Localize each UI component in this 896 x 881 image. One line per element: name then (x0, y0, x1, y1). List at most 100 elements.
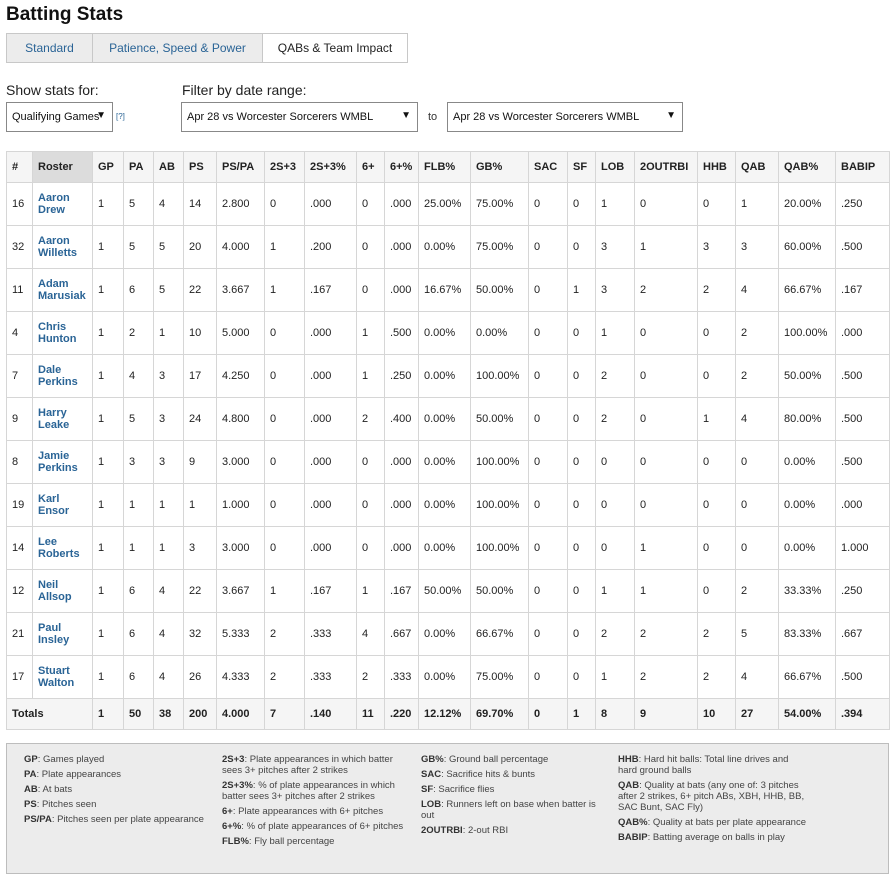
player-last-name-link[interactable]: Leake (38, 419, 92, 431)
player-last-name-link[interactable]: Roberts (38, 548, 92, 560)
player-first-name-link[interactable]: Neil (38, 579, 92, 591)
player-first-name-link[interactable]: Lee (38, 536, 92, 548)
player-last-name-link[interactable]: Walton (38, 677, 92, 689)
legend-key: 6+% (222, 821, 242, 832)
stat-cell: 0 (595, 440, 635, 484)
tab-qabs-team-impact[interactable]: QABs & Team Impact (263, 34, 407, 62)
stat-cell: 1 (92, 225, 124, 269)
legend-item: SAC: Sacrifice hits & bunts (421, 769, 607, 780)
column-header-[interactable]: # (6, 151, 33, 183)
legend-item: 6+: Plate appearances with 6+ pitches (222, 806, 408, 817)
player-last-name-link[interactable]: Insley (38, 634, 92, 646)
column-header-ps-pa[interactable]: PS/PA (216, 151, 265, 183)
stat-cell: 4 (123, 354, 154, 398)
column-header-qab[interactable]: QAB (735, 151, 779, 183)
total-stat-cell: 27 (735, 698, 779, 730)
stat-cell: .250 (835, 182, 890, 226)
stat-cell: .667 (384, 612, 419, 656)
player-name-cell: Neil Allsop (32, 569, 93, 613)
stat-cell: 5 (153, 268, 184, 312)
column-header-gp[interactable]: GP (92, 151, 124, 183)
player-first-name-link[interactable]: Stuart (38, 665, 92, 677)
stat-cell: 6 (123, 569, 154, 613)
table-row: 16 Aaron Drew 1 5 4 14 2.800 0.000 0.000 25.00% 75.… (6, 182, 890, 226)
date-range-label: Filter by date range: (182, 82, 307, 98)
legend-key: HHB (618, 754, 639, 765)
jersey-number: 14 (6, 526, 33, 570)
player-last-name-link[interactable]: Hunton (38, 333, 92, 345)
jersey-number: 7 (6, 354, 33, 398)
help-link[interactable]: [?] (116, 112, 125, 121)
column-header-2s-3[interactable]: 2S+3 (264, 151, 305, 183)
column-header-roster[interactable]: Roster (32, 151, 93, 183)
legend-item: 2S+3: Plate appearances in which batter … (222, 754, 408, 776)
stat-cell: 0 (528, 354, 568, 398)
tab-patience-speed-power[interactable]: Patience, Speed & Power (93, 34, 263, 62)
stat-cell: 1 (264, 225, 305, 269)
column-header-gb[interactable]: GB% (470, 151, 529, 183)
totals-row: Totals 1 50 38 200 4.000 7.140 11.220 12.12% 69.7… (6, 698, 890, 730)
column-header-6[interactable]: 6+% (384, 151, 419, 183)
column-header-2outrbi[interactable]: 2OUTRBI (634, 151, 698, 183)
stat-cell: 1 (92, 612, 124, 656)
date-from-select[interactable]: Apr 28 vs Worcester Sorcerers WMBL ▼ (181, 102, 418, 132)
stat-cell: 0 (356, 526, 385, 570)
player-first-name-link[interactable]: Harry (38, 407, 92, 419)
total-stat-cell: 4.000 (216, 698, 265, 730)
stat-cell: 2 (264, 655, 305, 699)
column-header-qab[interactable]: QAB% (778, 151, 836, 183)
player-first-name-link[interactable]: Paul (38, 622, 92, 634)
player-last-name-link[interactable]: Perkins (38, 376, 92, 388)
stat-cell: 75.00% (470, 182, 529, 226)
show-stats-select[interactable]: Qualifying Games ▼ (6, 102, 113, 132)
stat-cell: .333 (304, 612, 357, 656)
player-first-name-link[interactable]: Aaron (38, 235, 92, 247)
column-header-ab[interactable]: AB (153, 151, 184, 183)
stat-cell: 0 (356, 225, 385, 269)
player-last-name-link[interactable]: Allsop (38, 591, 92, 603)
legend-key: AB (24, 784, 38, 795)
stat-cell: 0.00% (418, 354, 471, 398)
stat-cell: 100.00% (470, 483, 529, 527)
stat-cell: 0 (634, 182, 698, 226)
stat-cell: 1 (123, 526, 154, 570)
player-name-cell: Paul Insley (32, 612, 93, 656)
player-last-name-link[interactable]: Perkins (38, 462, 92, 474)
column-header-flb[interactable]: FLB% (418, 151, 471, 183)
stat-cell: 1 (92, 182, 124, 226)
column-header-6[interactable]: 6+ (356, 151, 385, 183)
stat-cell: 1 (634, 569, 698, 613)
player-first-name-link[interactable]: Chris (38, 321, 92, 333)
tab-standard[interactable]: Standard (7, 34, 93, 62)
column-header-babip[interactable]: BABIP (835, 151, 890, 183)
table-row: 14 Lee Roberts 1 1 1 3 3.000 0.000 0.000 0.00% 100.… (6, 526, 890, 570)
stat-cell: .000 (384, 268, 419, 312)
table-header-row: # Roster GP PA AB PS PS/PA 2S+3 2S+3% 6+ 6+% FLB% GB… (6, 151, 890, 183)
player-last-name-link[interactable]: Willetts (38, 247, 92, 259)
column-header-ps[interactable]: PS (183, 151, 217, 183)
player-last-name-link[interactable]: Drew (38, 204, 92, 216)
column-header-sac[interactable]: SAC (528, 151, 568, 183)
legend-description: Hard hit balls: Total line drives and ha… (618, 754, 789, 776)
player-last-name-link[interactable]: Marusiak (38, 290, 92, 302)
player-last-name-link[interactable]: Ensor (38, 505, 92, 517)
column-header-sf[interactable]: SF (567, 151, 596, 183)
player-first-name-link[interactable]: Adam (38, 278, 92, 290)
stat-cell: 2 (634, 612, 698, 656)
column-header-pa[interactable]: PA (123, 151, 154, 183)
stat-cell: 0 (567, 354, 596, 398)
legend-description: Plate appearances (41, 769, 122, 780)
column-header-2s-3[interactable]: 2S+3% (304, 151, 357, 183)
stat-cell: 4 (735, 268, 779, 312)
stat-cell: 100.00% (778, 311, 836, 355)
stat-cell: 5.000 (216, 311, 265, 355)
player-first-name-link[interactable]: Aaron (38, 192, 92, 204)
player-first-name-link[interactable]: Karl (38, 493, 92, 505)
column-header-hhb[interactable]: HHB (697, 151, 736, 183)
legend-column: 2S+3: Plate appearances in which batter … (222, 754, 408, 851)
column-header-lob[interactable]: LOB (595, 151, 635, 183)
player-first-name-link[interactable]: Dale (38, 364, 92, 376)
stat-cell: 50.00% (470, 397, 529, 441)
date-to-select[interactable]: Apr 28 vs Worcester Sorcerers WMBL ▼ (447, 102, 683, 132)
player-first-name-link[interactable]: Jamie (38, 450, 92, 462)
